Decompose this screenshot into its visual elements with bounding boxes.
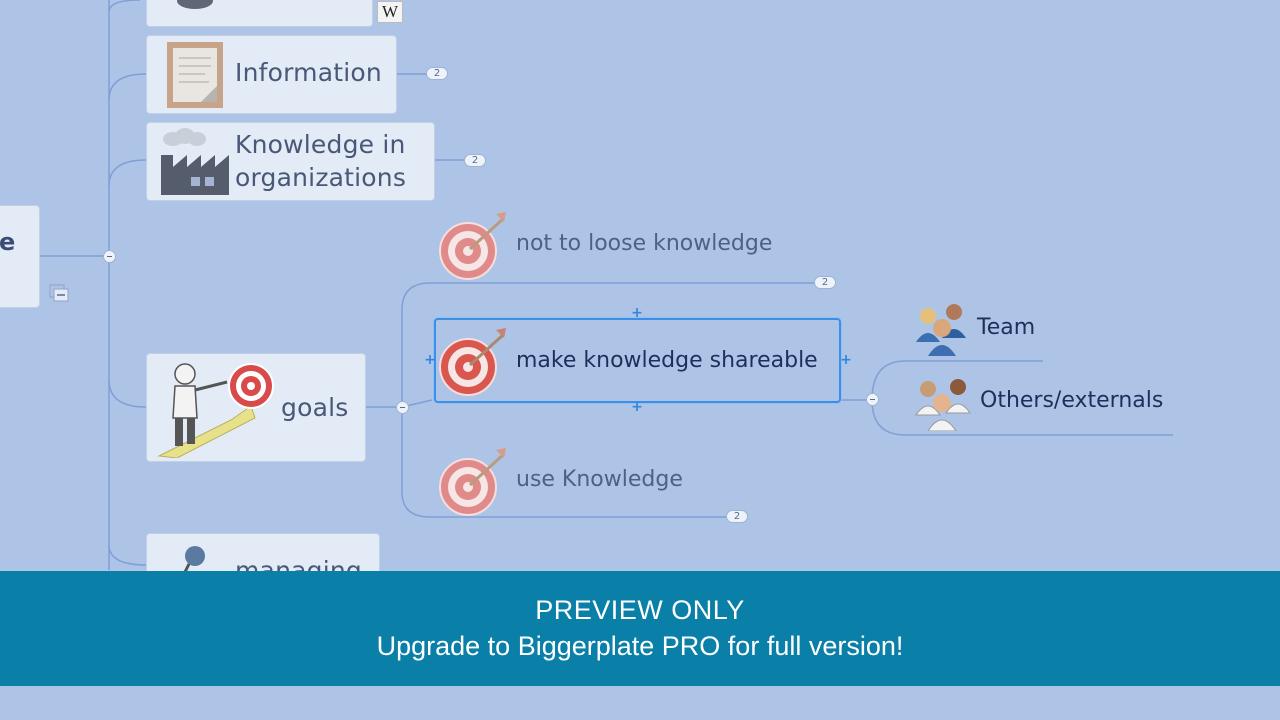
wikipedia-badge[interactable]: W <box>377 1 403 23</box>
canvas-bottom-strip <box>0 686 1280 720</box>
target-icon <box>439 328 506 396</box>
goal-1-child-count[interactable]: 2 <box>814 276 836 289</box>
child-team[interactable]: Team <box>977 315 1035 340</box>
node-information[interactable]: Information <box>146 35 397 114</box>
banner-upgrade-message[interactable]: Upgrade to Biggerplate PRO for full vers… <box>0 631 1280 662</box>
document-icon <box>167 42 223 108</box>
target-icon <box>439 448 506 516</box>
root-collapse-toggle[interactable] <box>103 250 116 263</box>
partial-top-node[interactable] <box>146 0 373 27</box>
banner-title: PREVIEW ONLY <box>535 595 745 625</box>
child-others-externals[interactable]: Others/externals <box>980 388 1163 413</box>
mind-map-canvas[interactable]: W Information 2 Knowledge in organizatio… <box>0 0 1280 720</box>
team-icon <box>916 304 966 356</box>
note-icon[interactable] <box>48 283 70 303</box>
handle-top[interactable]: + <box>631 306 643 320</box>
node-root-label: e <box>0 228 16 256</box>
preview-banner: PREVIEW ONLY Upgrade to Biggerplate PRO … <box>0 571 1280 686</box>
node-root-partial[interactable]: e <box>0 205 40 308</box>
handle-bottom[interactable]: + <box>631 400 643 414</box>
goal-3-child-count[interactable]: 2 <box>726 510 748 523</box>
handle-right[interactable]: + <box>840 353 852 367</box>
node-knowledge-in-organizations[interactable]: Knowledge in organizations <box>146 122 435 201</box>
people-group-icon <box>915 379 971 431</box>
goal-use-knowledge[interactable]: use Knowledge <box>516 467 683 492</box>
goal-not-to-loose-knowledge[interactable]: not to loose knowledge <box>516 231 772 256</box>
goal-make-knowledge-shareable[interactable]: make knowledge shareable <box>516 348 818 373</box>
shareable-collapse-toggle[interactable] <box>866 393 879 406</box>
node-knowledge-line1: Knowledge in <box>235 130 406 159</box>
information-child-count[interactable]: 2 <box>426 67 448 80</box>
factory-icon <box>161 128 229 195</box>
node-knowledge-line2: organizations <box>235 163 407 192</box>
node-goals-label: goals <box>281 393 349 422</box>
node-goals[interactable]: goals <box>146 353 366 462</box>
handle-left[interactable]: + <box>424 353 436 367</box>
node-information-label: Information <box>235 58 382 87</box>
target-icon <box>439 212 506 280</box>
goals-collapse-toggle[interactable] <box>396 401 409 414</box>
presenter-target-icon <box>157 363 274 458</box>
knowledge-child-count[interactable]: 2 <box>464 154 486 167</box>
database-icon <box>177 0 213 9</box>
